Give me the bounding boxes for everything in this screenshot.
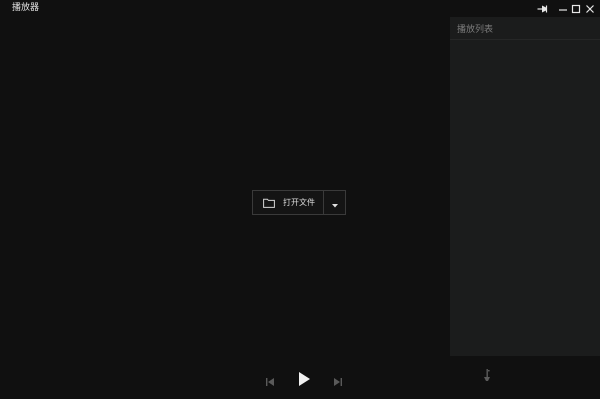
title-bar: 播放器 — [0, 0, 600, 17]
play-icon — [297, 371, 311, 391]
close-icon — [585, 4, 595, 14]
skip-previous-icon — [265, 372, 275, 391]
playlist-list[interactable] — [450, 40, 600, 356]
open-file-label: 打开文件 — [283, 198, 315, 207]
skip-next-icon — [333, 372, 343, 391]
caret-down-icon — [331, 193, 338, 212]
close-button[interactable] — [580, 0, 600, 17]
playlist-header: 播放列表 — [450, 17, 600, 40]
playlist-toggle-icon — [483, 367, 491, 386]
pin-icon — [537, 4, 549, 14]
open-file-dropdown-button[interactable] — [324, 191, 345, 214]
next-button[interactable] — [331, 374, 345, 388]
pin-button[interactable] — [533, 0, 553, 17]
playlist-panel: 播放列表 — [450, 17, 600, 356]
playlist-title: 播放列表 — [457, 24, 494, 35]
playlist-toggle-button[interactable] — [481, 368, 493, 384]
previous-button[interactable] — [263, 374, 277, 388]
app-title: 播放器 — [12, 3, 40, 13]
open-file-control: 打开文件 — [252, 190, 346, 215]
play-button[interactable] — [295, 372, 313, 390]
folder-icon — [263, 198, 275, 208]
open-file-button[interactable]: 打开文件 — [253, 191, 323, 214]
player-window: 播放器 播放列表 打开文件 — [0, 0, 600, 399]
